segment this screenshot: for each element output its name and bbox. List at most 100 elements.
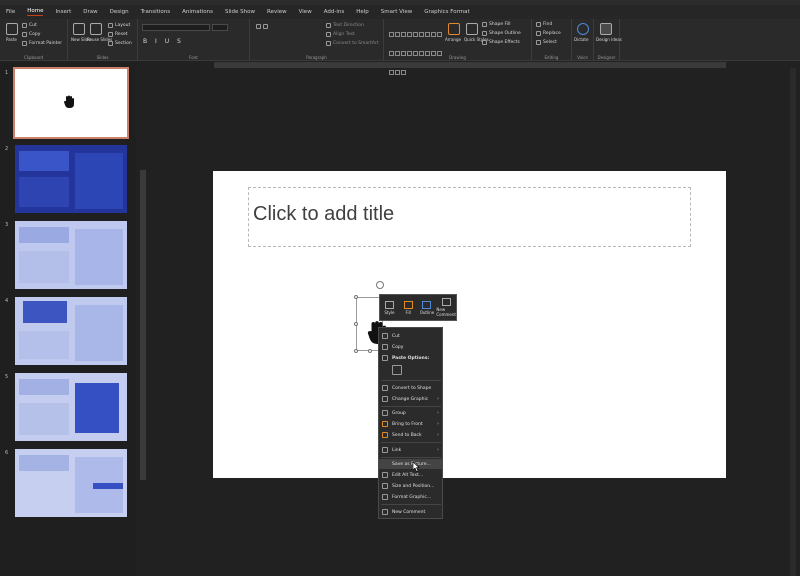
designer-label: Designer xyxy=(597,55,616,60)
cut-button[interactable]: Cut xyxy=(22,23,37,28)
arrange-icon[interactable] xyxy=(448,23,460,35)
fill-bucket-icon xyxy=(482,22,487,27)
arrange-button[interactable]: Arrange xyxy=(445,37,461,42)
slide-thumbnail-3[interactable] xyxy=(15,221,127,289)
text-direction-button[interactable]: Text Direction xyxy=(326,23,364,28)
ribbon-tabs: File Home Insert Draw Design Transitions… xyxy=(0,5,800,19)
font-name-field[interactable] xyxy=(142,24,210,31)
font-size-field[interactable] xyxy=(212,24,228,31)
style-button[interactable]: Style xyxy=(380,295,399,320)
section-button[interactable]: Section xyxy=(108,41,132,46)
mouse-pointer-icon xyxy=(413,462,420,472)
slide-canvas[interactable]: Click to add title xyxy=(213,171,726,478)
context-menu: Cut Copy Paste Options: Convert to Shape… xyxy=(378,327,443,519)
menu-item-send-to-back[interactable]: Send to Back › xyxy=(379,430,442,440)
design-ideas-icon[interactable] xyxy=(600,23,612,35)
tab-file[interactable]: File xyxy=(6,9,15,15)
font-group: B I U S Font xyxy=(138,19,250,61)
tab-design[interactable]: Design xyxy=(110,9,129,15)
dictate-button[interactable]: Dictate xyxy=(574,37,588,42)
shape-fill-button[interactable]: Shape Fill xyxy=(482,22,511,27)
tab-add-ins[interactable]: Add-ins xyxy=(324,9,345,15)
shapes-gallery[interactable] xyxy=(388,22,444,75)
reset-button[interactable]: Reset xyxy=(108,32,128,37)
slide-thumbnail-5[interactable] xyxy=(15,373,127,441)
menu-item-bring-to-front[interactable]: Bring to Front › xyxy=(379,419,442,429)
convert-smartart-button[interactable]: Convert to SmartArt xyxy=(326,41,378,46)
menu-item-edit-alt-text[interactable]: Edit Alt Text... xyxy=(379,470,442,480)
resize-handle[interactable] xyxy=(354,349,358,353)
brush-icon xyxy=(22,41,27,46)
chevron-right-icon: › xyxy=(437,421,439,427)
slide-thumbnail-1[interactable] xyxy=(13,67,129,139)
graphic-icon xyxy=(382,396,388,402)
paste-picture-icon[interactable] xyxy=(392,365,402,375)
pen-icon xyxy=(422,300,432,309)
find-button[interactable]: Find xyxy=(536,22,552,27)
reuse-slides-icon[interactable] xyxy=(90,23,102,35)
tab-transitions[interactable]: Transitions xyxy=(141,9,170,15)
menu-item-convert-to-shape[interactable]: Convert to Shape xyxy=(379,383,442,393)
bullets-button[interactable] xyxy=(256,24,268,29)
copy-button[interactable]: Copy xyxy=(22,32,40,37)
format-graphic-icon xyxy=(382,494,388,500)
paste-icon[interactable] xyxy=(6,23,18,35)
resize-handle[interactable] xyxy=(368,349,372,353)
format-painter-button[interactable]: Format Painter xyxy=(22,41,62,46)
menu-item-change-graphic[interactable]: Change Graphic › xyxy=(379,394,442,404)
section-icon xyxy=(108,41,113,46)
slide-thumbnail-2[interactable] xyxy=(15,145,127,213)
microphone-icon[interactable] xyxy=(577,23,589,35)
menu-item-link[interactable]: Link › xyxy=(379,445,442,455)
tab-insert[interactable]: Insert xyxy=(55,9,71,15)
tab-review[interactable]: Review xyxy=(267,9,287,15)
slide-thumbnail-pane[interactable]: 1 2 3 4 5 6 xyxy=(0,62,136,576)
paste-button[interactable]: Paste xyxy=(6,37,17,42)
slide-thumbnail-4[interactable] xyxy=(15,297,127,365)
slide-number: 3 xyxy=(5,222,9,228)
quick-styles-icon[interactable] xyxy=(466,23,478,35)
cursor-icon xyxy=(536,40,541,45)
menu-item-format-graphic[interactable]: Format Graphic... xyxy=(379,492,442,502)
menu-item-copy[interactable]: Copy xyxy=(379,342,442,352)
slide-number: 4 xyxy=(5,298,9,304)
copy-icon xyxy=(22,32,27,37)
tab-graphics-format[interactable]: Graphics Format xyxy=(424,9,469,15)
tab-home[interactable]: Home xyxy=(27,8,44,16)
tab-animations[interactable]: Animations xyxy=(182,9,213,15)
layout-button[interactable]: Layout xyxy=(108,23,130,28)
vertical-scrollbar[interactable] xyxy=(790,68,796,576)
font-format-buttons[interactable]: B I U S xyxy=(143,38,184,45)
align-text-button[interactable]: Align Text xyxy=(326,32,355,37)
design-ideas-button[interactable]: Design Ideas xyxy=(596,37,622,42)
menu-separator xyxy=(381,442,441,443)
comment-icon xyxy=(382,509,388,515)
resize-handle[interactable] xyxy=(354,295,358,299)
tab-draw[interactable]: Draw xyxy=(83,9,97,15)
outline-button[interactable]: Outline xyxy=(418,295,437,320)
shape-outline-button[interactable]: Shape Outline xyxy=(482,31,521,36)
new-slide-icon[interactable] xyxy=(73,23,85,35)
ribbon: Paste Cut Copy Format Painter Clipboard … xyxy=(0,19,800,75)
reset-icon xyxy=(108,32,113,37)
menu-item-new-comment[interactable]: New Comment xyxy=(379,507,442,517)
fill-button[interactable]: Fill xyxy=(399,295,418,320)
menu-item-group[interactable]: Group › xyxy=(379,408,442,418)
title-placeholder-text: Click to add title xyxy=(253,203,395,225)
title-placeholder[interactable]: Click to add title xyxy=(248,187,691,247)
tab-smart-view[interactable]: Smart View xyxy=(381,9,412,15)
rotate-handle-icon[interactable] xyxy=(375,280,385,290)
new-comment-button[interactable]: New Comment xyxy=(436,295,456,320)
shape-effects-button[interactable]: Shape Effects xyxy=(482,40,520,45)
resize-handle[interactable] xyxy=(354,322,358,326)
select-button[interactable]: Select xyxy=(536,40,557,45)
tab-help[interactable]: Help xyxy=(356,9,369,15)
tab-slide-show[interactable]: Slide Show xyxy=(225,9,255,15)
chevron-right-icon: › xyxy=(437,410,439,416)
menu-item-save-as-picture[interactable]: Save as Picture... xyxy=(379,459,442,469)
menu-item-cut[interactable]: Cut xyxy=(379,331,442,341)
replace-button[interactable]: Replace xyxy=(536,31,561,36)
menu-item-size-and-position[interactable]: Size and Position... xyxy=(379,481,442,491)
slide-thumbnail-6[interactable] xyxy=(15,449,127,517)
tab-view[interactable]: View xyxy=(299,9,312,15)
